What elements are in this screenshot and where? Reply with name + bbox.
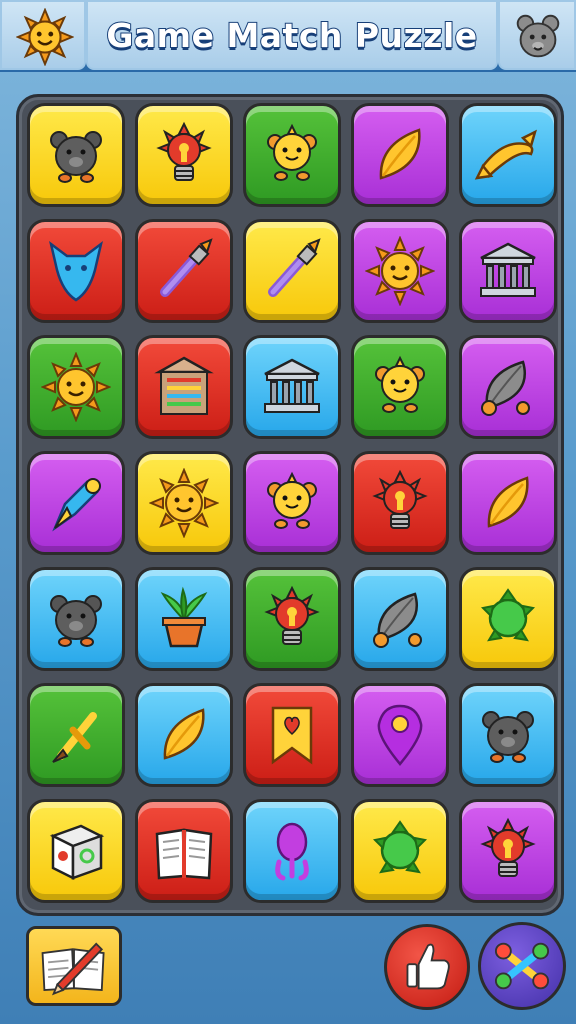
tile-r7-c1[interactable] (27, 799, 125, 903)
tile-r7-c2[interactable] (135, 799, 233, 903)
potted-plant-icon (160, 586, 208, 648)
tile-r6-c2[interactable] (135, 683, 233, 787)
fox-head-icon (49, 240, 103, 302)
dice-icon (49, 824, 105, 881)
tile-r4-c1[interactable] (27, 451, 125, 555)
tile-r2-c5[interactable] (459, 219, 557, 323)
sun-icon (41, 352, 111, 422)
tile-r2-c1[interactable] (27, 219, 125, 323)
like-button[interactable] (384, 924, 470, 1010)
leaf-icon (487, 476, 529, 528)
tile-r4-c3[interactable] (243, 451, 341, 555)
turtle-icon (372, 820, 428, 874)
sun-face-icon (16, 8, 74, 66)
tile-r1-c5[interactable] (459, 103, 557, 207)
tile-r3-c3[interactable] (243, 335, 341, 439)
leaf-icon (163, 708, 205, 760)
tile-r5-c4[interactable] (351, 567, 449, 671)
tile-r3-c4[interactable] (351, 335, 449, 439)
tile-r6-c3[interactable] (243, 683, 341, 787)
bear-icon (50, 131, 102, 183)
tile-r2-c4[interactable] (351, 219, 449, 323)
temple-icon (480, 242, 536, 297)
sun-icon (149, 468, 219, 538)
brush-icon (268, 238, 321, 297)
page-title: Game Match Puzzle (105, 15, 478, 56)
feather-icon (373, 592, 422, 648)
tile-r1-c4[interactable] (351, 103, 449, 207)
tile-r4-c4[interactable] (351, 451, 449, 555)
top-bar: Game Match Puzzle (0, 0, 576, 72)
tile-r5-c3[interactable] (243, 567, 341, 671)
tile-r7-c5[interactable] (459, 799, 557, 903)
tile-r7-c4[interactable] (351, 799, 449, 903)
tile-r5-c1[interactable] (27, 567, 125, 671)
lightbulb-icon (156, 121, 212, 181)
tile-r1-c2[interactable] (135, 103, 233, 207)
critter-icon (267, 123, 317, 181)
map-pin-icon (377, 704, 423, 766)
tile-r3-c5[interactable] (459, 335, 557, 439)
tile-r4-c2[interactable] (135, 451, 233, 555)
bookmark-icon (271, 706, 313, 765)
profile-button[interactable] (498, 0, 576, 70)
shuffle-icon (494, 942, 550, 990)
book-pencil-icon (41, 942, 105, 996)
feather-icon (481, 360, 530, 416)
leaf-icon (379, 128, 421, 180)
critter-icon (375, 355, 425, 413)
thumbs-up-icon (406, 943, 450, 990)
lightbulb-icon (264, 585, 320, 645)
tile-r2-c3[interactable] (243, 219, 341, 323)
sun-icon (365, 236, 435, 306)
tile-r6-c1[interactable] (27, 683, 125, 787)
turtle-icon (480, 588, 536, 642)
pen-nib-icon (52, 478, 101, 532)
open-book-icon (155, 828, 213, 880)
bear-icon (50, 595, 102, 647)
tile-r4-c5[interactable] (459, 451, 557, 555)
lightbulb-icon (480, 817, 536, 877)
critter-icon (267, 471, 317, 529)
tile-r1-c3[interactable] (243, 103, 341, 207)
tile-r6-c5[interactable] (459, 683, 557, 787)
balloon-icon (275, 822, 309, 881)
sword-icon (52, 712, 97, 763)
abacus-temple-icon (154, 356, 214, 415)
tile-r3-c2[interactable] (135, 335, 233, 439)
game-board (16, 94, 564, 916)
tile-r6-c4[interactable] (351, 683, 449, 787)
tile-r2-c2[interactable] (135, 219, 233, 323)
ribbon-icon (474, 129, 537, 180)
title-banner: Game Match Puzzle (86, 0, 498, 70)
tile-r5-c2[interactable] (135, 567, 233, 671)
tile-r5-c5[interactable] (459, 567, 557, 671)
tile-r3-c1[interactable] (27, 335, 125, 439)
shuffle-button[interactable] (478, 922, 566, 1010)
tile-r7-c3[interactable] (243, 799, 341, 903)
brush-icon (160, 238, 213, 297)
tile-r1-c1[interactable] (27, 103, 125, 207)
book-button[interactable] (26, 926, 122, 1006)
bear-face-icon (516, 14, 560, 58)
temple-icon (264, 358, 320, 413)
sun-button[interactable] (0, 0, 86, 70)
lightbulb-icon (372, 469, 428, 529)
bear-icon (482, 711, 534, 763)
